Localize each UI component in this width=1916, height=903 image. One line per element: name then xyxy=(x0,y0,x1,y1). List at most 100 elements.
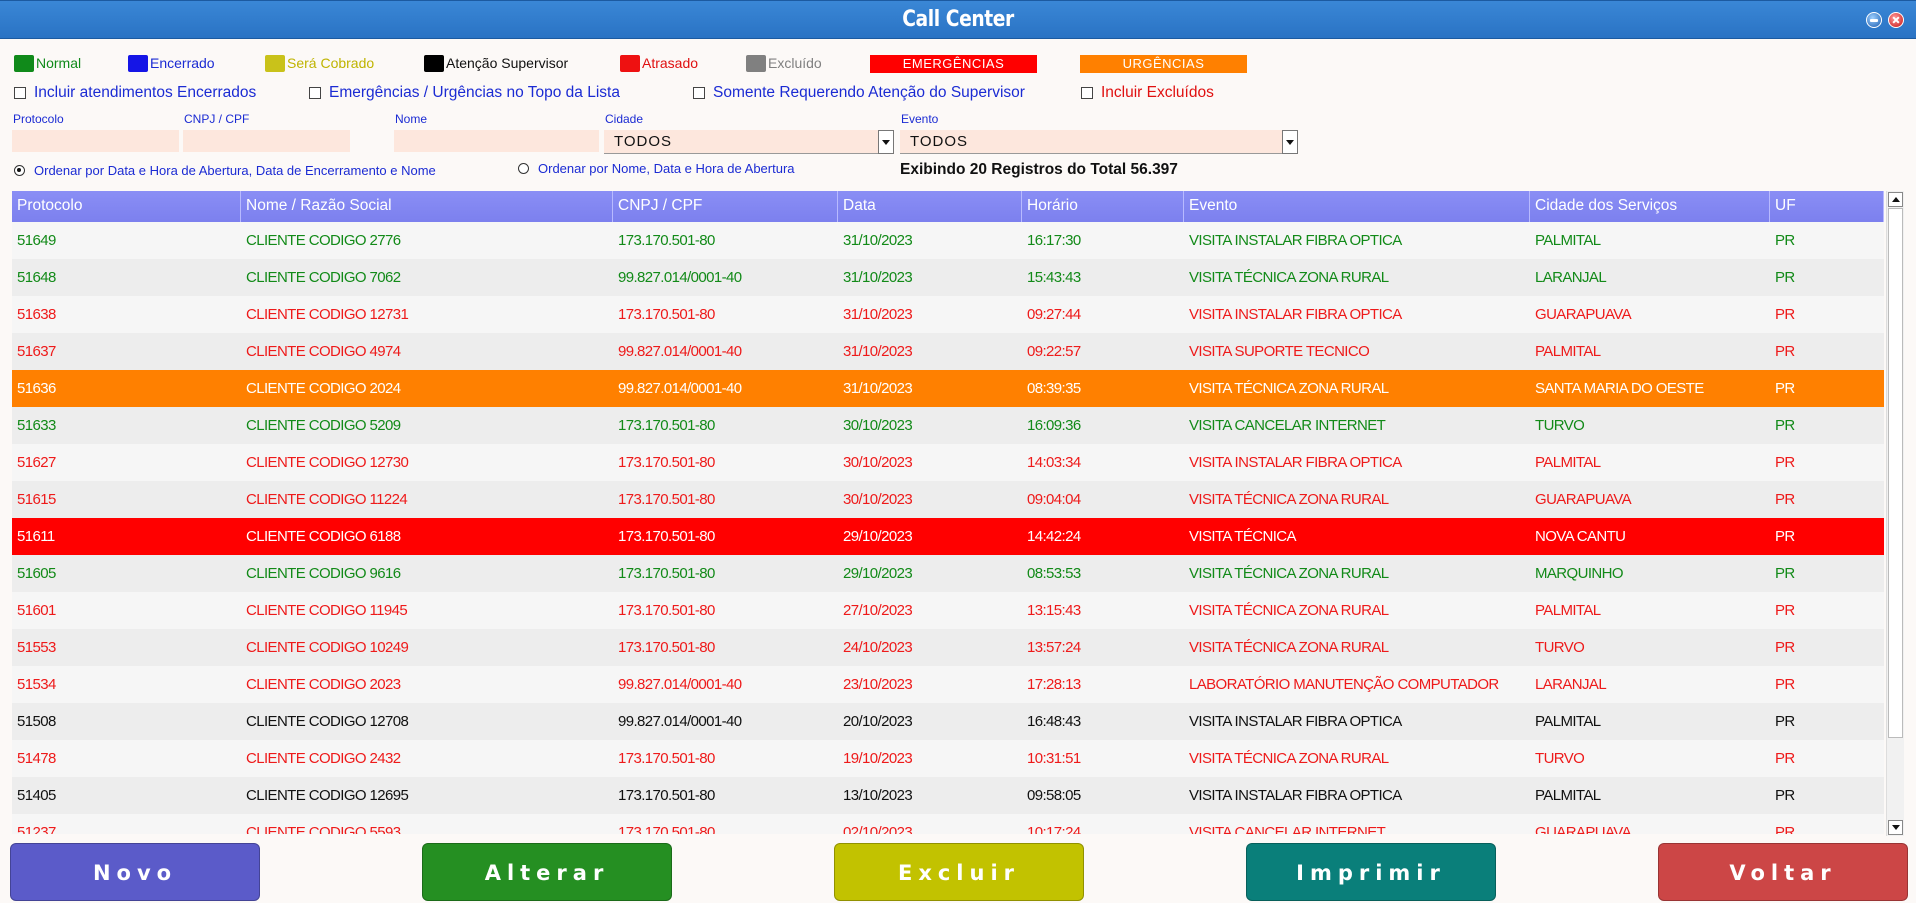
checkbox-box[interactable] xyxy=(309,87,321,99)
close-icon[interactable] xyxy=(1888,12,1904,28)
column-header[interactable]: Evento xyxy=(1184,191,1530,222)
nome-input[interactable] xyxy=(394,130,599,152)
legend-atencao-supervisor: Atenção Supervisor xyxy=(424,53,568,73)
novo-button[interactable]: Novo xyxy=(10,843,260,901)
checkbox-label: Emergências / Urgências no Topo da Lista xyxy=(329,84,620,101)
table-cell: 51615 xyxy=(17,491,56,508)
table-cell: 51478 xyxy=(17,750,56,767)
checkbox-incluir-encerrados[interactable]: Incluir atendimentos Encerrados xyxy=(14,84,256,102)
column-header[interactable]: CNPJ / CPF xyxy=(613,191,838,222)
checkbox-atencao-supervisor[interactable]: Somente Requerendo Atenção do Supervisor xyxy=(693,84,1025,102)
table-row[interactable]: 51636 CLIENTE CODIGO 2024 99.827.014/0001-… xyxy=(12,370,1884,407)
checkbox-label: Incluir atendimentos Encerrados xyxy=(34,84,257,101)
table-cell: 51405 xyxy=(17,787,56,804)
table-row[interactable]: 51638 CLIENTE CODIGO 12731 173.170.501-80 3… xyxy=(12,296,1884,333)
checkbox-box[interactable] xyxy=(1081,87,1093,99)
column-header[interactable]: Cidade dos Serviços xyxy=(1530,191,1770,222)
chevron-down-icon[interactable] xyxy=(1282,130,1298,154)
table-row[interactable]: 51605 CLIENTE CODIGO 9616 173.170.501-80 29… xyxy=(12,555,1884,592)
table-row[interactable]: 51405 CLIENTE CODIGO 12695 173.170.501-80 1… xyxy=(12,777,1884,814)
table-row[interactable]: 51648 CLIENTE CODIGO 7062 99.827.014/0001-… xyxy=(12,259,1884,296)
table-cell: LARANJAL xyxy=(1535,676,1607,693)
scroll-thumb[interactable] xyxy=(1888,208,1903,738)
column-header[interactable]: Data xyxy=(838,191,1022,222)
radio-order-date[interactable]: Ordenar por Data e Hora de Abertura, Dat… xyxy=(14,163,436,178)
legend-swatch-excluido xyxy=(746,54,766,72)
table-row[interactable]: 51649 CLIENTE CODIGO 2776 173.170.501-80 31… xyxy=(12,222,1884,259)
table-row[interactable]: 51633 CLIENTE CODIGO 5209 173.170.501-80 30… xyxy=(12,407,1884,444)
table-row[interactable]: 51637 CLIENTE CODIGO 4974 99.827.014/0001-… xyxy=(12,333,1884,370)
table-cell: CLIENTE CODIGO 12708 xyxy=(246,713,409,730)
alterar-button[interactable]: Alterar xyxy=(422,843,672,901)
table-cell: 27/10/2023 xyxy=(843,602,913,619)
legend-excluido: Excluído xyxy=(746,53,822,73)
checkbox-incluir-excluidos[interactable]: Incluir Excluídos xyxy=(1081,84,1214,102)
table-cell: VISITA TÉCNICA ZONA RURAL xyxy=(1189,565,1389,582)
column-header[interactable]: Horário xyxy=(1022,191,1184,222)
window-title: Call Center xyxy=(902,7,1014,32)
table-cell: VISITA CANCELAR INTERNET xyxy=(1189,417,1386,434)
table-cell: 24/10/2023 xyxy=(843,639,913,656)
legend-emergencias: EMERGÊNCIAS xyxy=(870,55,1037,73)
table-row[interactable]: 51611 CLIENTE CODIGO 6188 173.170.501-80 29… xyxy=(12,518,1884,555)
table-cell: GUARAPUAVA xyxy=(1535,824,1632,834)
table-cell: 10:31:51 xyxy=(1027,750,1081,767)
table-cell: 51553 xyxy=(17,639,56,656)
table-cell: 16:09:36 xyxy=(1027,417,1081,434)
imprimir-button[interactable]: Imprimir xyxy=(1246,843,1496,901)
table-cell: VISITA INSTALAR FIBRA OPTICA xyxy=(1189,232,1402,249)
table-cell: 173.170.501-80 xyxy=(618,787,715,804)
table-row[interactable]: 51478 CLIENTE CODIGO 2432 173.170.501-80 19… xyxy=(12,740,1884,777)
table-cell: 14:42:24 xyxy=(1027,528,1081,545)
table-cell: PALMITAL xyxy=(1535,343,1601,360)
table-row[interactable]: 51627 CLIENTE CODIGO 12730 173.170.501-80 3… xyxy=(12,444,1884,481)
table-cell: 30/10/2023 xyxy=(843,491,913,508)
table-row[interactable]: 51553 CLIENTE CODIGO 10249 173.170.501-80 2… xyxy=(12,629,1884,666)
minimize-icon[interactable] xyxy=(1866,12,1882,28)
radio-dot[interactable] xyxy=(518,163,529,174)
scroll-up-icon[interactable] xyxy=(1888,192,1903,207)
table-cell: 30/10/2023 xyxy=(843,417,913,434)
table-cell: 173.170.501-80 xyxy=(618,824,715,834)
vertical-scrollbar[interactable] xyxy=(1886,191,1904,836)
evento-select[interactable]: TODOS xyxy=(900,130,1298,154)
table-cell: 173.170.501-80 xyxy=(618,417,715,434)
checkbox-label: Somente Requerendo Atenção do Supervisor xyxy=(713,84,1025,101)
checkbox-box[interactable] xyxy=(14,87,26,99)
table-row[interactable]: 51615 CLIENTE CODIGO 11224 173.170.501-80 3… xyxy=(12,481,1884,518)
scroll-down-icon[interactable] xyxy=(1888,820,1903,835)
table-cell: 09:58:05 xyxy=(1027,787,1081,804)
chevron-down-icon[interactable] xyxy=(878,130,894,154)
column-header[interactable]: Nome / Razão Social xyxy=(241,191,613,222)
checkbox-emergencias-topo[interactable]: Emergências / Urgências no Topo da Lista xyxy=(309,84,620,102)
table-cell: 08:39:35 xyxy=(1027,380,1081,397)
table-cell: 51637 xyxy=(17,343,56,360)
checkbox-box[interactable] xyxy=(693,87,705,99)
table-cell: PR xyxy=(1775,602,1795,619)
table-cell: VISITA INSTALAR FIBRA OPTICA xyxy=(1189,787,1402,804)
radio-order-name[interactable]: Ordenar por Nome, Data e Hora de Abertur… xyxy=(518,161,795,176)
table-cell: PR xyxy=(1775,565,1795,582)
table-row[interactable]: 51508 CLIENTE CODIGO 12708 99.827.014/0001… xyxy=(12,703,1884,740)
table-row[interactable]: 51237 CLIENTE CODIGO 5593 173.170.501-80 02… xyxy=(12,814,1884,834)
table-cell: LARANJAL xyxy=(1535,269,1607,286)
evento-select-value: TODOS xyxy=(910,133,969,150)
records-table[interactable]: Protocolo Nome / Razão Social CNPJ / CPF Da… xyxy=(12,191,1884,834)
excluir-button[interactable]: Excluir xyxy=(834,843,1084,901)
protocolo-input[interactable] xyxy=(12,130,179,152)
table-row[interactable]: 51534 CLIENTE CODIGO 2023 99.827.014/0001-… xyxy=(12,666,1884,703)
column-header[interactable]: Protocolo xyxy=(12,191,241,222)
table-cell: 09:27:44 xyxy=(1027,306,1081,323)
cidade-select[interactable]: TODOS xyxy=(604,130,894,154)
table-cell: NOVA CANTU xyxy=(1535,528,1626,545)
legend-swatch-normal xyxy=(14,54,34,72)
legend-swatch-atencao-supervisor xyxy=(424,54,444,72)
table-cell: PR xyxy=(1775,491,1795,508)
table-row[interactable]: 51601 CLIENTE CODIGO 11945 173.170.501-80 2… xyxy=(12,592,1884,629)
cnpj-input[interactable] xyxy=(183,130,350,152)
voltar-button[interactable]: Voltar xyxy=(1658,843,1908,901)
radio-dot[interactable] xyxy=(14,165,25,176)
column-header[interactable]: UF xyxy=(1770,191,1884,222)
protocolo-label: Protocolo xyxy=(13,112,64,126)
table-cell: 51605 xyxy=(17,565,56,582)
